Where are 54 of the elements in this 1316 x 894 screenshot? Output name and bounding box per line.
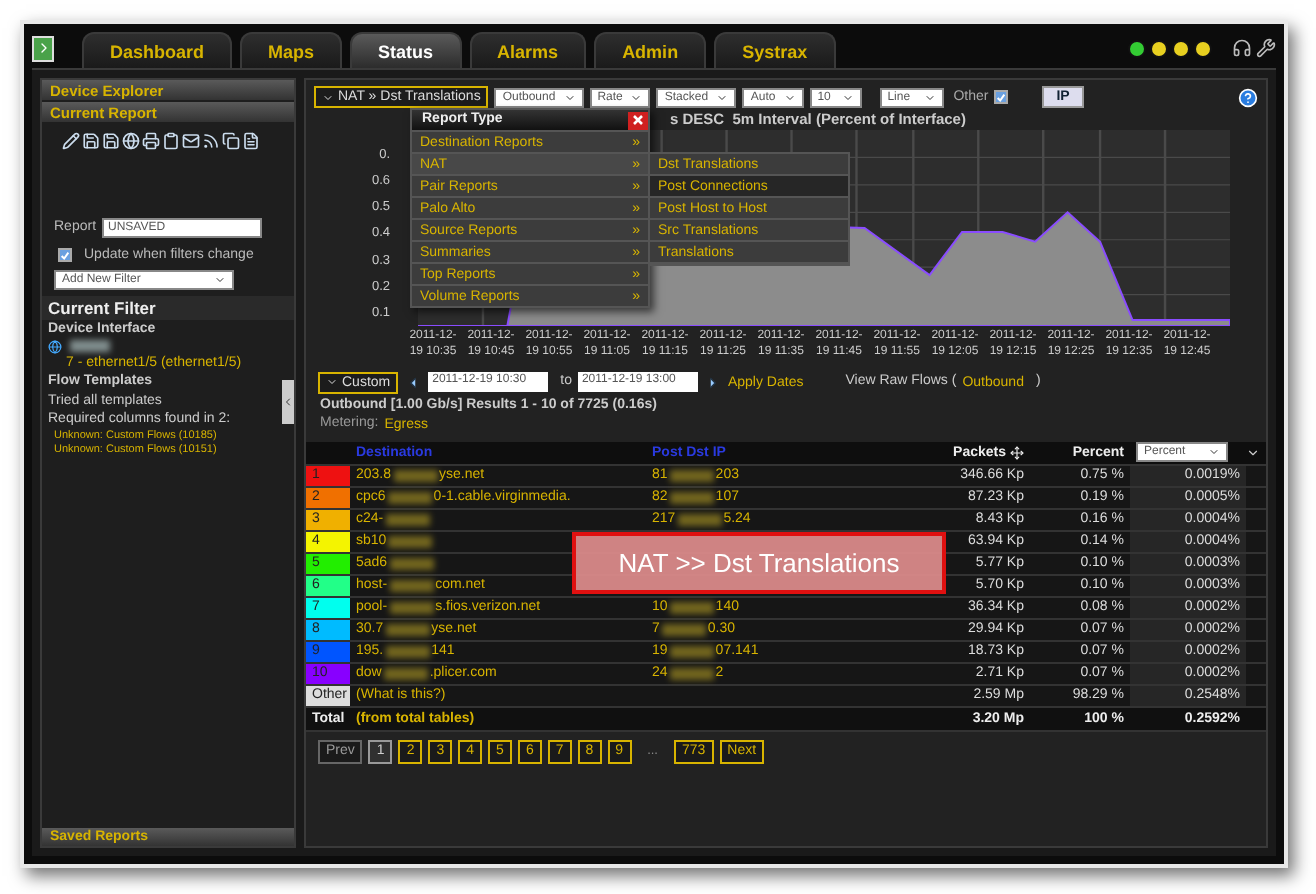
caret-icon[interactable] <box>1246 445 1260 460</box>
section-title: Current Filter <box>42 296 294 321</box>
blurred-text <box>669 601 714 614</box>
caret-icon <box>214 274 226 287</box>
device-icon <box>48 339 62 354</box>
blurred-text <box>70 340 110 353</box>
document-icon[interactable] <box>242 132 260 150</box>
globe-icon[interactable] <box>122 132 140 150</box>
caret-icon <box>563 91 576 103</box>
tab[interactable]: Alarms <box>469 32 587 68</box>
blurred-text <box>393 469 438 482</box>
callout-label: NAT >> Dst Translations <box>572 532 946 594</box>
caret-icon <box>326 376 338 388</box>
caret-icon <box>841 91 854 103</box>
blurred-text <box>389 579 434 592</box>
blurred-text <box>383 667 428 680</box>
collapse-handle[interactable] <box>282 380 294 424</box>
other-checkbox[interactable] <box>994 90 1009 104</box>
mail-icon[interactable] <box>182 132 200 150</box>
logo-icon <box>32 35 54 61</box>
clipboard-icon[interactable] <box>162 132 180 150</box>
save-icon[interactable] <box>102 132 120 150</box>
blurred-text <box>385 645 430 658</box>
blurred-text <box>387 491 432 504</box>
tab[interactable]: Dashboard <box>82 32 233 68</box>
update-checkbox[interactable] <box>58 248 72 263</box>
blurred-text <box>661 623 706 636</box>
blurred-text <box>669 667 714 680</box>
caret-icon <box>322 91 334 103</box>
headset-icon[interactable] <box>1232 38 1252 58</box>
copy-icon[interactable] <box>222 132 240 150</box>
help-icon[interactable] <box>1238 87 1258 107</box>
tab[interactable]: Status <box>350 32 462 68</box>
blurred-text <box>669 491 714 504</box>
blurred-text <box>677 513 722 526</box>
caret-icon <box>783 91 796 103</box>
blurred-text <box>669 469 714 482</box>
sort-icon[interactable] <box>1010 445 1024 460</box>
caret-icon <box>716 91 729 103</box>
close-button[interactable] <box>628 111 648 129</box>
blurred-text <box>385 623 430 636</box>
printer-icon[interactable] <box>142 132 160 150</box>
caret-icon <box>1208 446 1220 459</box>
caret-icon <box>630 91 643 103</box>
wrench-icon[interactable] <box>1256 38 1276 58</box>
tab[interactable]: Admin <box>594 32 707 68</box>
save-icon[interactable] <box>82 132 100 150</box>
pencil-icon[interactable] <box>62 132 80 150</box>
tab[interactable]: Systrax <box>714 32 836 68</box>
tab[interactable]: Maps <box>240 32 343 68</box>
rss-icon[interactable] <box>202 132 220 150</box>
blurred-text <box>389 601 434 614</box>
caret-icon <box>923 91 936 103</box>
blurred-text <box>669 645 714 658</box>
